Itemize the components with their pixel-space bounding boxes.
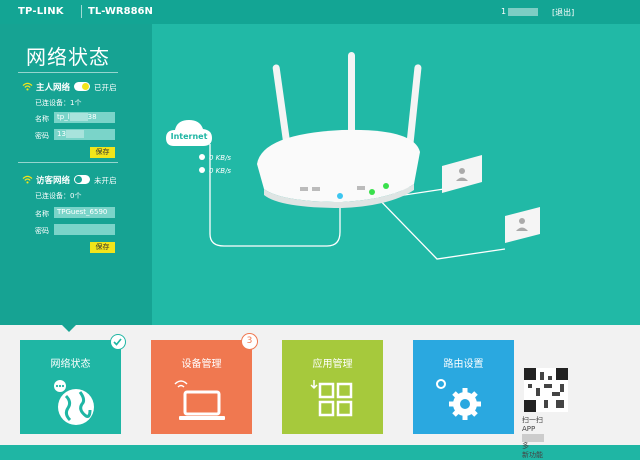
- guest-network-title: 访客网络: [35, 176, 70, 186]
- tile-label: 设备管理: [181, 359, 222, 370]
- host-network-heading: 主人网络: [22, 81, 70, 93]
- tile-label: 应用管理: [312, 359, 353, 370]
- brand-separator: [81, 5, 82, 18]
- user-icon: [519, 218, 525, 224]
- guest-password-label: 密码: [35, 227, 49, 235]
- tile-app-management[interactable]: 应用管理: [282, 340, 383, 434]
- user-account-text: 1: [501, 7, 507, 16]
- host-name-value-tail: 38: [87, 113, 97, 121]
- wan-port-led: [337, 193, 343, 199]
- router-port: [357, 186, 365, 190]
- qr-caption-masked: [522, 434, 544, 442]
- host-password-value: 13: [57, 130, 66, 138]
- brand-logo: TP-LINK: [18, 6, 64, 17]
- globe-icon: [54, 380, 94, 425]
- host-name-label: 名称: [35, 115, 49, 123]
- user-account-masked: [508, 7, 539, 16]
- host-name-field[interactable]: tp_l 38: [54, 112, 115, 123]
- qr-caption: 扫一扫 APP 多 新功能: [522, 416, 582, 460]
- guest-connected-count: 已连设备：0个: [35, 192, 82, 200]
- page-title: 网络状态: [26, 45, 110, 69]
- host-save-button[interactable]: 保存: [90, 147, 115, 158]
- apps-grid-icon: [310, 380, 353, 417]
- model-name: TL-WR886N: [88, 6, 153, 17]
- upload-icon: [199, 154, 205, 160]
- host-toggle-knob: [82, 83, 89, 90]
- guest-name-label: 名称: [35, 210, 49, 218]
- qr-caption-line3: 新功能: [522, 451, 543, 459]
- guest-network-heading: 访客网络: [22, 174, 70, 186]
- topology-graphic: Internet 0 KB/s 0 KB/s: [166, 52, 540, 260]
- network-status-panel: 网络状态 主人网络 已开启 已连设备：1个 名称 tp_l 38 密码 13 保存…: [0, 24, 152, 325]
- guest-name-field[interactable]: TPGuest_6590: [54, 207, 115, 218]
- wifi-icon: [22, 175, 33, 184]
- router-port: [312, 187, 320, 191]
- router-port: [300, 187, 308, 191]
- laptop-icon: [174, 380, 225, 420]
- upload-speed: 0 KB/s: [209, 154, 231, 162]
- logout-link[interactable]: [退出]: [552, 7, 574, 18]
- qr-caption-line2: APP 多: [522, 425, 582, 451]
- host-network-title: 主人网络: [35, 83, 70, 93]
- host-password-label: 密码: [35, 132, 49, 140]
- host-name-value: tp_l: [57, 113, 70, 121]
- download-speed: 0 KB/s: [209, 167, 231, 175]
- tile-device-management[interactable]: 设备管理: [151, 340, 252, 434]
- qr-caption-line1: 扫一扫: [522, 416, 543, 424]
- guest-network-toggle[interactable]: [74, 175, 90, 184]
- qr-code: [524, 368, 568, 412]
- lan-cable-1: [371, 191, 506, 260]
- client-device-2: [505, 207, 540, 243]
- tile-router-settings[interactable]: 路由设置: [413, 340, 514, 434]
- host-password-masked: [65, 130, 84, 138]
- host-network-toggle[interactable]: [74, 82, 90, 91]
- wifi-icon: [22, 82, 33, 91]
- lan-port-led: [383, 183, 389, 189]
- user-account: 1: [501, 7, 539, 16]
- active-pointer: [62, 325, 76, 332]
- router-body: [257, 129, 420, 202]
- guest-password-field[interactable]: [54, 224, 115, 235]
- guest-toggle-knob: [75, 176, 82, 183]
- section-divider: [18, 162, 118, 163]
- gear-icon: [436, 379, 481, 420]
- top-bar: TP-LINK TL-WR886N 1 [退出]: [0, 0, 640, 24]
- network-diagram: Internet 0 KB/s 0 KB/s: [152, 24, 640, 325]
- title-divider: [18, 72, 118, 73]
- internet-label: Internet: [171, 132, 208, 141]
- host-password-field[interactable]: 13: [54, 129, 115, 140]
- host-switch-status: 已开启: [94, 83, 117, 92]
- tile-network-status[interactable]: 网络状态: [20, 340, 121, 434]
- user-icon: [459, 168, 465, 174]
- check-icon: [110, 334, 126, 350]
- lan-port-led: [369, 189, 375, 195]
- host-name-masked: [69, 113, 88, 121]
- qr-caption-line2-start: APP: [522, 425, 536, 433]
- download-icon: [199, 167, 205, 173]
- guest-switch-status: 未开启: [94, 176, 117, 185]
- device-count-badge: 3: [241, 333, 258, 350]
- guest-save-button[interactable]: 保存: [90, 242, 115, 253]
- qr-caption-line2-end: 多: [522, 442, 529, 450]
- tile-label: 路由设置: [443, 359, 484, 370]
- tile-label: 网络状态: [50, 359, 91, 370]
- host-connected-count: 已连设备：1个: [35, 99, 82, 107]
